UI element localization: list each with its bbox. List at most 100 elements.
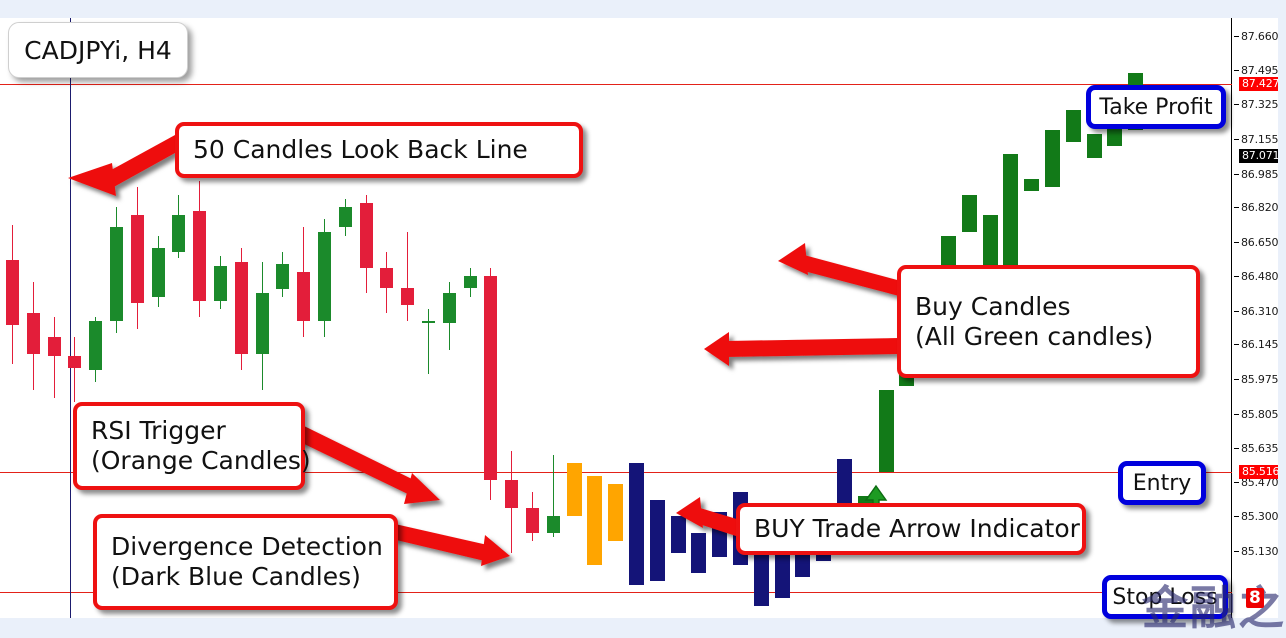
candle-bull <box>151 235 165 307</box>
tick-label: 86.985 <box>1241 167 1279 181</box>
candle-bull <box>338 199 352 236</box>
candle-body <box>5 260 19 326</box>
candle-body <box>1065 109 1081 143</box>
candle-body <box>234 262 248 354</box>
candle-body <box>1086 133 1102 159</box>
tick-mark <box>1234 207 1239 209</box>
axis-right-padding <box>1278 18 1286 618</box>
candle-body <box>691 532 707 574</box>
tick-label: 86.820 <box>1241 201 1279 215</box>
candle-body <box>26 312 40 354</box>
candle-body <box>608 483 624 541</box>
candle-bear <box>68 337 82 403</box>
candle-body <box>546 516 560 533</box>
candle-bear <box>47 316 61 399</box>
candle-buy <box>1086 126 1102 175</box>
candle-body <box>463 276 477 289</box>
candle-div <box>670 508 686 561</box>
candle-bear <box>484 268 498 501</box>
tick-mark <box>1234 448 1239 450</box>
candle-body <box>961 194 977 232</box>
candle-bear <box>401 231 415 322</box>
candle-body <box>628 463 644 586</box>
candle-body <box>109 227 123 322</box>
candle-body <box>670 516 686 553</box>
candle-bear <box>380 251 394 313</box>
candle-body <box>89 321 103 370</box>
candle-body <box>47 337 61 356</box>
tick-mark <box>1234 276 1239 278</box>
tick-mark <box>1234 379 1239 381</box>
candle-body <box>442 292 456 324</box>
candle-buy <box>1065 101 1081 170</box>
level-box-entry: Entry <box>1118 461 1206 505</box>
candle-rsi <box>566 451 582 536</box>
candle-body <box>484 276 498 480</box>
candle-body <box>1044 129 1060 187</box>
callout-divergence-line-2: (Dark Blue Candles) <box>111 562 361 591</box>
candle-bull <box>463 268 477 297</box>
candle-body <box>255 292 269 354</box>
current-price-tag: 87.071 <box>1239 149 1283 164</box>
tick-label: 85.130 <box>1241 544 1279 558</box>
tick-mark <box>1234 69 1239 71</box>
candle-div <box>753 545 769 614</box>
tick-mark <box>1234 516 1239 518</box>
candle-body <box>297 272 311 322</box>
callout-divergence-line-1: Divergence Detection <box>111 532 383 561</box>
candle-body <box>151 247 165 297</box>
candle-body <box>276 264 290 289</box>
candle-buy <box>1024 166 1040 272</box>
candle-body <box>317 231 331 322</box>
candle-body <box>421 321 435 324</box>
callout-rsi-trigger: RSI Trigger (Orange Candles) <box>73 402 311 490</box>
callout-divergence: Divergence Detection (Dark Blue Candles) <box>93 514 398 610</box>
candle-div <box>628 459 644 593</box>
candle-bull <box>442 282 456 350</box>
tick-label: 86.145 <box>1241 338 1279 352</box>
candle-body <box>649 500 665 582</box>
candle-body <box>213 266 227 301</box>
candle-body <box>525 508 539 533</box>
tick-label: 87.325 <box>1241 98 1279 112</box>
callout-rsi-line-1: RSI Trigger <box>91 416 226 445</box>
candle-bull <box>546 455 560 537</box>
level-line-take-profit <box>0 83 1232 85</box>
candle-body <box>1003 154 1019 281</box>
callout-buy-line-2: (All Green candles) <box>915 321 1154 351</box>
tick-mark <box>1234 36 1239 38</box>
candle-rsi <box>587 467 603 577</box>
candle-body <box>68 355 82 368</box>
candle-body <box>401 288 415 305</box>
candle-bear <box>5 225 19 364</box>
tick-mark <box>1234 104 1239 106</box>
candle-bear <box>234 247 248 370</box>
tick-label: 85.635 <box>1241 442 1279 456</box>
candle-body <box>359 203 373 269</box>
tick-label: 87.495 <box>1241 63 1279 77</box>
symbol-label: CADJPYi, H4 <box>8 22 188 78</box>
candle-buy <box>961 187 977 248</box>
candle-div <box>649 492 665 594</box>
level-box-take-profit: Take Profit <box>1086 85 1226 129</box>
candle-body <box>505 479 519 509</box>
tick-label: 87.155 <box>1241 133 1279 147</box>
tick-label: 85.805 <box>1241 407 1279 421</box>
candle-bull <box>89 316 103 383</box>
candle-bull <box>421 308 435 374</box>
candle-wick <box>74 337 76 403</box>
candle-wick <box>407 231 409 322</box>
candle-body <box>753 552 769 606</box>
tick-label: 85.300 <box>1241 510 1279 524</box>
tick-mark <box>1234 413 1239 415</box>
candle-bear <box>505 451 519 553</box>
entry-price-tag: 85.516 <box>1239 465 1283 480</box>
candle-bull <box>276 251 290 297</box>
candle-bear <box>359 194 373 293</box>
callout-buy-candles: Buy Candles (All Green candles) <box>897 265 1200 378</box>
candle-body <box>172 215 186 252</box>
tick-mark <box>1234 481 1239 483</box>
candle-bear <box>26 282 40 391</box>
candle-buy <box>1044 122 1060 195</box>
tick-mark <box>1234 173 1239 175</box>
